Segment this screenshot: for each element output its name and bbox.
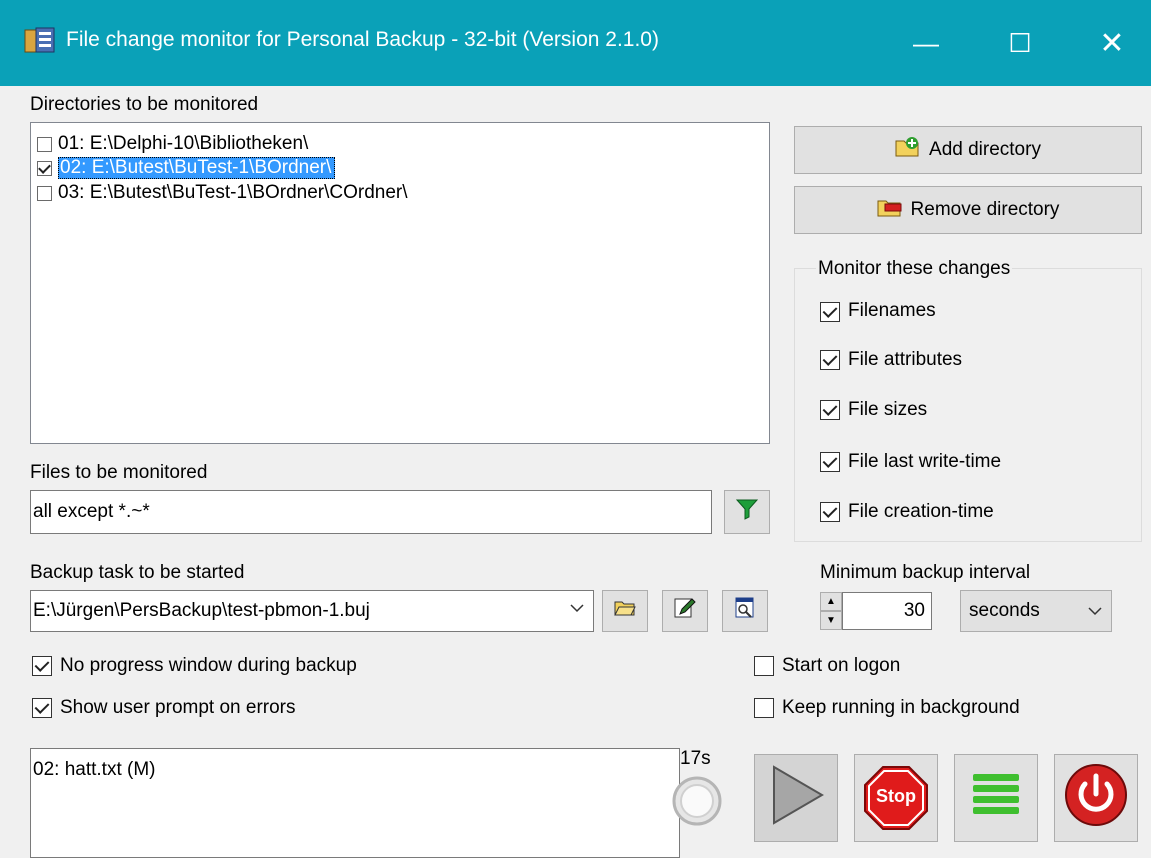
remove-directory-label: Remove directory (910, 199, 1060, 220)
user-prompt-label: Show user prompt on errors (60, 697, 296, 718)
add-folder-icon (895, 136, 921, 164)
arrow-up-icon: ▲ (826, 596, 836, 607)
close-button[interactable]: ✕ (1066, 0, 1151, 86)
stop-button[interactable]: Stop (854, 754, 938, 842)
start-button[interactable] (754, 754, 838, 842)
maximize-button[interactable]: ☐ (974, 0, 1066, 86)
file-write-time-checkbox[interactable] (820, 452, 840, 472)
countdown-label: 17s (680, 748, 711, 769)
file-creation-time-checkbox[interactable] (820, 502, 840, 522)
files-label: Files to be monitored (30, 462, 208, 483)
chevron-down-icon (569, 600, 585, 622)
files-filter-value: all except *.~* (33, 501, 150, 522)
edit-task-button[interactable] (662, 590, 708, 632)
filenames-label: Filenames (848, 300, 936, 321)
add-directory-label: Add directory (929, 139, 1041, 160)
minimize-button[interactable]: — (880, 0, 972, 86)
decrement-button[interactable]: ▼ (820, 611, 842, 630)
interval-label: Minimum backup interval (820, 562, 1031, 583)
directory-checkbox[interactable] (37, 185, 52, 201)
directory-path: 01: E:\Delphi-10\Bibliotheken\ (58, 133, 309, 154)
keep-running-label: Keep running in background (782, 697, 1020, 718)
view-task-button[interactable] (722, 590, 768, 632)
file-attributes-checkbox[interactable] (820, 350, 840, 370)
stop-icon: Stop (863, 765, 929, 831)
interval-value: 30 (903, 600, 925, 621)
file-sizes-label: File sizes (848, 399, 928, 420)
log-line: 02: hatt.txt (M) (33, 759, 156, 780)
interval-unit-select[interactable]: seconds (960, 590, 1112, 632)
file-sizes-checkbox[interactable] (820, 400, 840, 420)
log-list-button[interactable] (954, 754, 1038, 842)
file-creation-time-label: File creation-time (848, 501, 994, 522)
file-write-time-label: File last write-time (848, 451, 1002, 472)
directory-item[interactable]: 03: E:\Butest\BuTest-1\BOrdner\COrdner\ (37, 180, 408, 206)
directory-path: 02: E:\Butest\BuTest-1\BOrdner\ (58, 157, 336, 179)
minimize-icon: — (913, 27, 939, 58)
filter-icon (735, 498, 759, 526)
user-prompt-checkbox[interactable] (32, 698, 52, 718)
status-indicator-icon (670, 774, 724, 834)
interval-input[interactable]: 30 (842, 592, 932, 630)
power-icon (1063, 762, 1129, 834)
directory-checkbox[interactable] (37, 160, 52, 176)
directories-label: Directories to be monitored (30, 94, 259, 115)
log-box[interactable]: 02: hatt.txt (M) (30, 748, 680, 858)
interval-unit-value: seconds (969, 600, 1040, 621)
app-icon[interactable] (22, 24, 58, 60)
directory-item[interactable]: 02: E:\Butest\BuTest-1\BOrdner\ (37, 155, 336, 181)
remove-directory-button[interactable]: Remove directory (794, 186, 1142, 234)
directory-list[interactable]: 01: E:\Delphi-10\Bibliotheken\ 02: E:\Bu… (30, 122, 770, 444)
monitor-changes-label: Monitor these changes (816, 258, 1013, 280)
file-attributes-label: File attributes (848, 349, 963, 370)
increment-button[interactable]: ▲ (820, 592, 842, 611)
open-task-button[interactable] (602, 590, 648, 632)
backup-task-select[interactable]: E:\Jürgen\PersBackup\test-pbmon-1.buj (30, 590, 594, 632)
exit-button[interactable] (1054, 754, 1138, 842)
backup-task-value: E:\Jürgen\PersBackup\test-pbmon-1.buj (33, 600, 370, 621)
directory-path: 03: E:\Butest\BuTest-1\BOrdner\COrdner\ (58, 182, 408, 203)
interval-spinner[interactable]: ▲ ▼ (820, 592, 842, 630)
window-title: File change monitor for Personal Backup … (66, 28, 659, 51)
files-filter-input[interactable]: all except *.~* (30, 490, 712, 534)
arrow-down-icon: ▼ (826, 615, 836, 626)
stop-label: Stop (876, 786, 916, 806)
backup-task-label: Backup task to be started (30, 562, 245, 583)
no-progress-checkbox[interactable] (32, 656, 52, 676)
view-details-icon (734, 597, 756, 625)
add-directory-button[interactable]: Add directory (794, 126, 1142, 174)
close-icon: ✕ (1099, 26, 1125, 60)
start-logon-label: Start on logon (782, 655, 901, 676)
directory-item[interactable]: 01: E:\Delphi-10\Bibliotheken\ (37, 131, 308, 157)
directory-checkbox[interactable] (37, 136, 52, 152)
edit-icon (674, 597, 696, 625)
keep-running-checkbox[interactable] (754, 698, 774, 718)
play-icon (766, 763, 826, 833)
remove-folder-icon (877, 196, 903, 224)
start-logon-checkbox[interactable] (754, 656, 774, 676)
filenames-checkbox[interactable] (820, 302, 840, 322)
title-bar: File change monitor for Personal Backup … (0, 0, 1151, 86)
maximize-icon: ☐ (1008, 27, 1032, 58)
folder-open-icon (614, 599, 636, 623)
chevron-down-icon (1087, 603, 1103, 625)
no-progress-label: No progress window during backup (60, 655, 357, 676)
filter-button[interactable] (724, 490, 770, 534)
list-icon (969, 768, 1023, 828)
